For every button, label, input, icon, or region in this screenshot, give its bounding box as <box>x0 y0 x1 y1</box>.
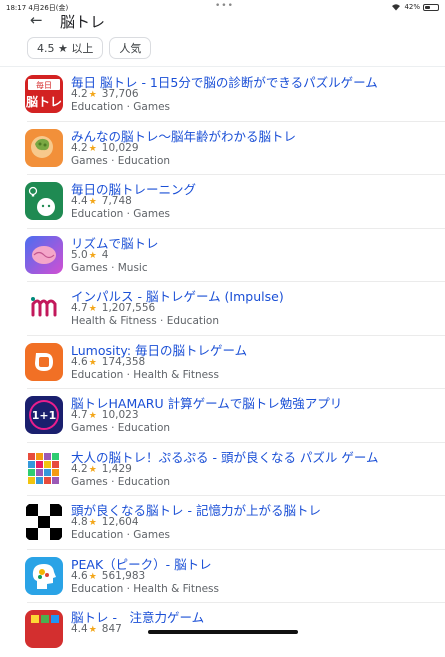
rating-filter-chip[interactable]: 4.5 ★ 以上 <box>27 37 104 59</box>
svg-text:毎日: 毎日 <box>36 80 52 90</box>
home-indicator[interactable] <box>148 630 298 634</box>
app-list-item[interactable]: 頭が良くなる脳トレ - 記憶力が上がる脳トレ 4.8★ 12,604 Educat… <box>0 496 445 550</box>
filter-chips: 4.5 ★ 以上 人気 <box>27 37 152 59</box>
search-query[interactable]: 脳トレ <box>60 11 105 32</box>
star-icon: ★ <box>88 411 97 421</box>
star-icon: ★ <box>88 571 97 582</box>
star-icon: ★ <box>88 357 97 368</box>
app-result-list: 毎日 脳トレ 毎日 脳トレ - 1日5分で脳の診断ができるパズルゲーム 4.2★ 3… <box>0 68 445 657</box>
app-list-item[interactable]: PEAK（ピーク）- 脳トレ 4.6★ 561,983 Education · H… <box>0 550 445 603</box>
app-list-item[interactable]: インパルス - 脳トレゲーム (Impulse) 4.7★ 1,207,556 H… <box>0 282 445 336</box>
star-icon: ★ <box>88 625 97 635</box>
app-list-item[interactable]: 毎日の脳トレーニング 4.4★ 7,748 Education · Games <box>0 175 445 229</box>
app-rating: 4.8★ 12,604 <box>71 516 139 528</box>
lumosity-icon <box>25 342 63 381</box>
search-header: ← 脳トレ <box>0 10 445 32</box>
star-icon: ★ <box>88 250 97 261</box>
peak-head-icon <box>25 556 63 595</box>
brain-head-icon <box>25 128 63 167</box>
star-icon: ★ <box>88 518 97 528</box>
star-icon: ★ <box>88 304 97 314</box>
app-categories: Education · Health & Fitness <box>71 368 219 381</box>
maiinchi-notore-icon: 毎日 脳トレ <box>25 75 63 113</box>
app-rating: 4.4★ 7,748 <box>71 195 132 207</box>
app-categories: Health & Fitness · Education <box>71 315 219 327</box>
rhythm-brain-icon <box>25 235 63 274</box>
header-divider <box>0 66 445 67</box>
app-rating: 4.4★ 847 <box>71 623 122 635</box>
puzzle-grid-icon <box>25 449 63 488</box>
checker-pattern-icon <box>25 503 63 541</box>
app-list-item[interactable]: 1+1 脳トレHAMARU 計算ゲームで脳トレ勉強アプリ 4.7★ 10,023 … <box>0 389 445 443</box>
app-rating: 4.6★ 561,983 <box>71 569 146 582</box>
star-icon: ★ <box>88 143 97 154</box>
app-categories: Games · Education <box>71 154 171 167</box>
hamaru-one-plus-one-icon: 1+1 <box>25 396 63 434</box>
back-arrow-icon[interactable]: ← <box>30 11 43 29</box>
popular-filter-chip[interactable]: 人気 <box>109 37 152 59</box>
app-categories: Education · Health & Fitness <box>71 582 219 595</box>
app-rating: 5.0★ 4 <box>71 248 109 261</box>
app-rating: 4.2★ 10,029 <box>71 141 139 154</box>
app-rating: 4.6★ 174,358 <box>71 355 146 368</box>
star-icon: ★ <box>88 90 97 100</box>
app-list-item[interactable]: みんなの脳トレ〜脳年齢がわかる脳トレ 4.2★ 10,029 Games · Ed… <box>0 122 445 175</box>
attention-game-icon <box>25 610 63 648</box>
svg-text:脳トレ: 脳トレ <box>26 94 62 109</box>
app-list-item[interactable]: 毎日 脳トレ 毎日 脳トレ - 1日5分で脳の診断ができるパズルゲーム 4.2★ 3… <box>0 68 445 122</box>
app-rating: 4.7★ 10,023 <box>71 409 139 421</box>
impulse-logo-icon <box>25 289 63 327</box>
app-rating: 4.2★ 37,706 <box>71 88 139 100</box>
app-list-item[interactable]: リズムで脳トレ 5.0★ 4 Games · Music <box>0 229 445 282</box>
star-icon: ★ <box>88 197 97 207</box>
app-categories: Education · Games <box>71 101 171 113</box>
star-icon: ★ <box>88 464 97 475</box>
app-categories: Education · Games <box>71 529 171 541</box>
app-rating: 4.2★ 1,429 <box>71 462 132 475</box>
app-list-item[interactable]: Lumosity: 毎日の脳トレゲーム 4.6★ 174,358 Educatio… <box>0 336 445 389</box>
smiley-bulb-icon <box>25 182 63 220</box>
app-categories: Games · Music <box>71 261 148 274</box>
app-rating: 4.7★ 1,207,556 <box>71 302 156 314</box>
app-categories: Education · Games <box>71 208 171 220</box>
app-categories: Games · Education <box>71 475 171 488</box>
app-list-item[interactable]: 大人の脳トレ！ぷるぷる - 頭が良くなる パズル ゲーム 4.2★ 1,429 G… <box>0 443 445 496</box>
svg-text:1+1: 1+1 <box>32 409 57 422</box>
app-categories: Games · Education <box>71 422 171 434</box>
